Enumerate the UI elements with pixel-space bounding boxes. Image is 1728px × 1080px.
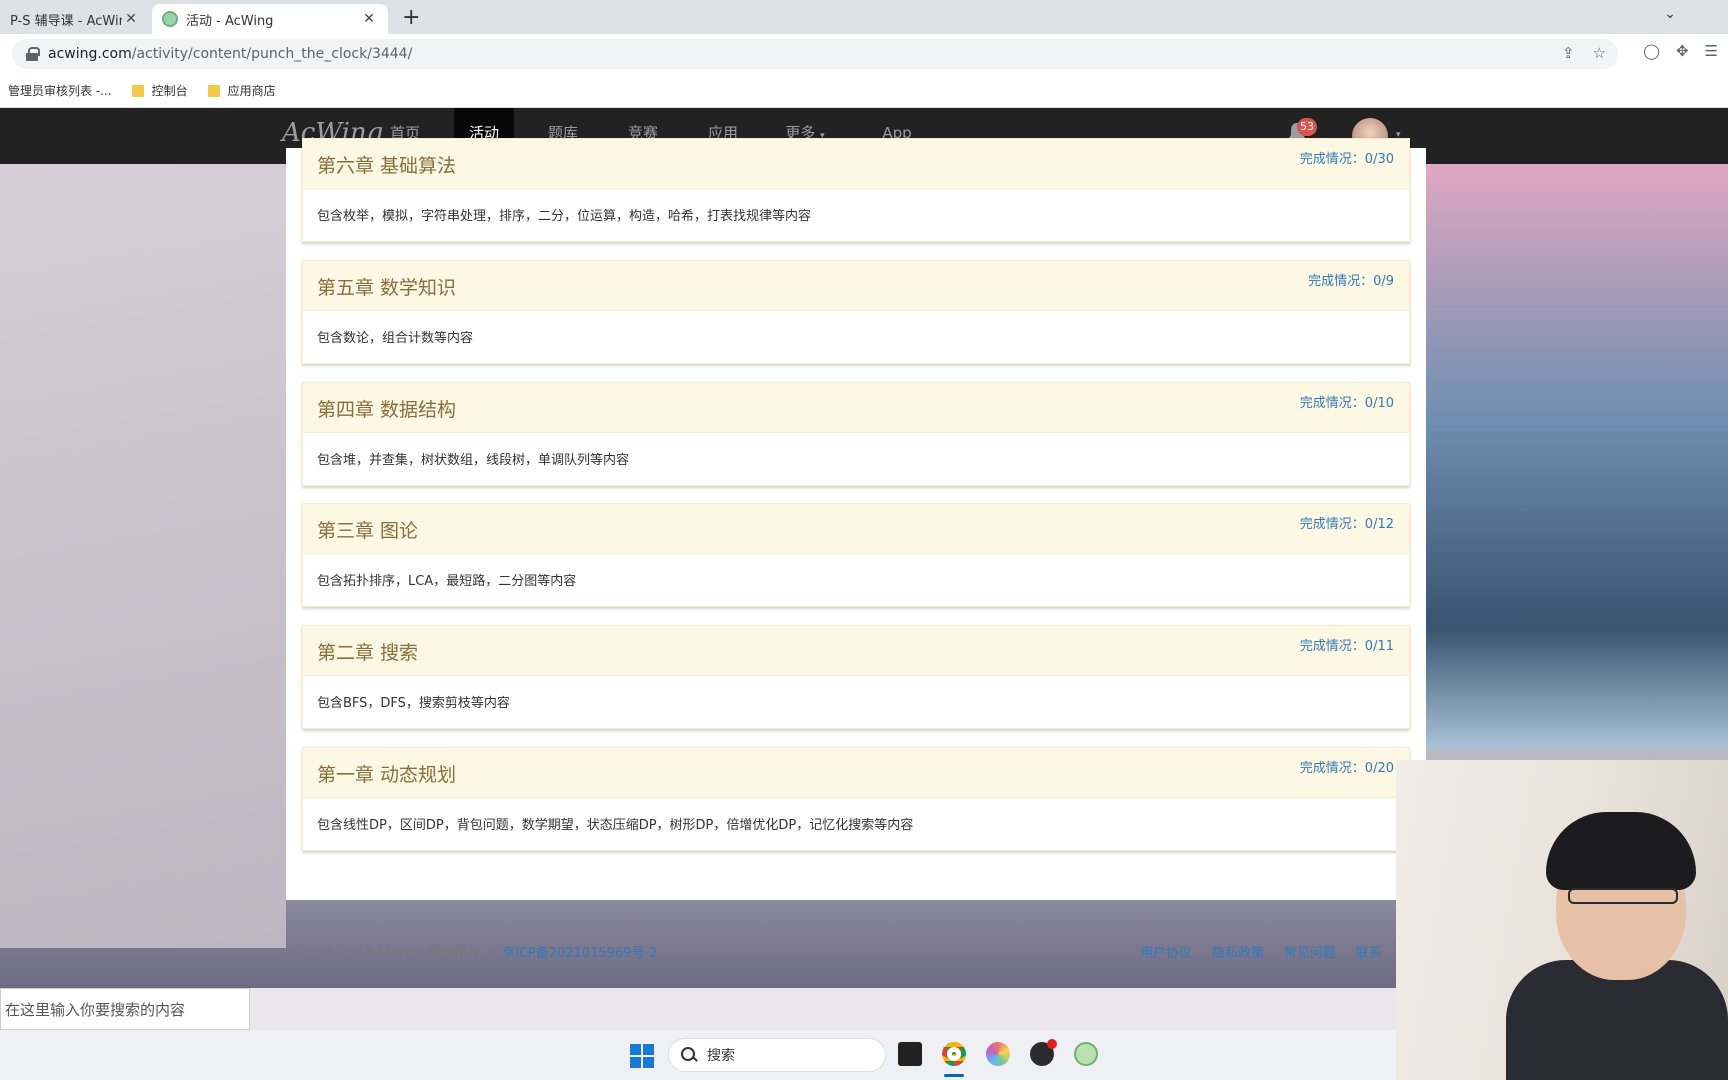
chapter-header: 第五章 数学知识 完成情况：0/9 <box>303 261 1409 311</box>
tab-title: 活动 - AcWing <box>186 13 274 29</box>
chapter-title[interactable]: 第三章 图论 <box>317 516 418 543</box>
background-illustration-right <box>1426 148 1728 748</box>
search-icon <box>681 1047 697 1063</box>
app-icon[interactable] <box>1074 1042 1098 1066</box>
chapter-card[interactable]: 第一章 动态规划 完成情况：0/20 包含线性DP，区间DP，背包问题，数学期望… <box>302 747 1410 851</box>
chapter-progress: 完成情况：0/30 <box>1299 152 1394 167</box>
icp-link[interactable]: 京ICP备2021015969号-2 <box>502 946 657 961</box>
chapter-description: 包含数论，组合计数等内容 <box>317 331 474 346</box>
close-icon[interactable]: ✕ <box>122 11 140 27</box>
footer-copyright: © 2018-2023 AcWing 版权所有 ｜ 京ICP备202101596… <box>284 942 657 961</box>
chapter-progress: 完成情况：0/9 <box>1308 274 1394 289</box>
chapter-card[interactable]: 第五章 数学知识 完成情况：0/9 包含数论，组合计数等内容 <box>302 260 1410 364</box>
obs-icon[interactable] <box>1030 1039 1057 1066</box>
active-app-indicator <box>944 1074 964 1077</box>
chapter-progress: 完成情况：0/11 <box>1299 639 1394 654</box>
background-illustration-left <box>0 148 286 948</box>
chapter-title[interactable]: 第四章 数据结构 <box>317 395 456 422</box>
url-host: acwing.com <box>48 46 132 62</box>
windows-start-icon[interactable] <box>630 1044 654 1068</box>
color-picker-icon[interactable] <box>986 1042 1010 1066</box>
webcam-person-hair <box>1546 812 1696 890</box>
tab-activity[interactable]: 活动 - AcWing ✕ <box>152 4 388 34</box>
chapter-description: 包含BFS，DFS，搜索剪枝等内容 <box>317 696 510 711</box>
share-icon[interactable]: ⇪ <box>1562 44 1575 62</box>
search-strip: 在这里输入你要搜索的内容 <box>0 988 1396 1030</box>
chapter-description: 包含堆，并查集，树状数组，线段树，单调队列等内容 <box>317 453 630 468</box>
chevron-down-icon[interactable]: ⌄ <box>1664 6 1676 22</box>
folder-icon <box>131 84 144 97</box>
footer-link-faq[interactable]: 常见问题 <box>1284 942 1336 961</box>
bookmark-app-store[interactable]: 应用商店 <box>207 82 276 99</box>
taskbar-search-label: 搜索 <box>707 1048 735 1064</box>
new-tab-icon[interactable]: + <box>402 5 420 30</box>
url-path: /activity/content/punch_the_clock/3444/ <box>131 46 413 62</box>
bookmark-console[interactable]: 控制台 <box>131 82 188 99</box>
footer-link-privacy[interactable]: 隐私政策 <box>1212 942 1264 961</box>
chapter-header: 第二章 搜索 完成情况：0/11 <box>303 626 1409 676</box>
chapter-progress: 完成情况：0/12 <box>1299 517 1394 532</box>
chapter-card[interactable]: 第六章 基础算法 完成情况：0/30 包含枚举，模拟，字符串处理，排序，二分，位… <box>302 138 1410 242</box>
extension-circle-icon[interactable]: ◯ <box>1643 42 1660 60</box>
bookmark-label: 控制台 <box>151 84 188 98</box>
copyright-text: © 2018-2023 AcWing 版权所有 ｜ <box>284 946 498 961</box>
bookmarks-bar: 管理员审核列表 -... 控制台 应用商店 <box>0 74 1728 108</box>
chapter-card[interactable]: 第二章 搜索 完成情况：0/11 包含BFS，DFS，搜索剪枝等内容 <box>302 625 1410 729</box>
chapter-title[interactable]: 第二章 搜索 <box>317 638 418 665</box>
chapter-title[interactable]: 第五章 数学知识 <box>317 273 456 300</box>
folder-icon <box>207 84 220 97</box>
tab-psfudao[interactable]: P-S 辅导课 - AcWing ✕ <box>0 4 150 34</box>
url-text[interactable]: acwing.com/activity/content/punch_the_cl… <box>48 46 412 62</box>
tab-title: P-S 辅导课 - AcWing <box>10 13 122 29</box>
notification-badge[interactable]: 53 <box>1297 118 1317 136</box>
chapter-description: 包含拓扑排序，LCA，最短路，二分图等内容 <box>317 574 577 589</box>
footer-link-contact[interactable]: 联系 <box>1356 942 1382 961</box>
browser-tab-strip: P-S 辅导课 - AcWing ✕ 活动 - AcWing ✕ + ⌄ <box>0 0 1728 34</box>
chapter-progress: 完成情况：0/20 <box>1299 761 1394 776</box>
close-icon[interactable]: ✕ <box>360 11 378 27</box>
chapter-title[interactable]: 第一章 动态规划 <box>317 760 456 787</box>
chapter-card[interactable]: 第四章 数据结构 完成情况：0/10 包含堆，并查集，树状数组，线段树，单调队列… <box>302 382 1410 486</box>
address-bar[interactable]: acwing.com/activity/content/punch_the_cl… <box>12 39 1618 69</box>
chapter-progress: 完成情况：0/10 <box>1299 396 1394 411</box>
webcam-overlay <box>1396 760 1728 1080</box>
chapter-title[interactable]: 第六章 基础算法 <box>317 151 456 178</box>
chapter-header: 第一章 动态规划 完成情况：0/20 <box>303 748 1409 798</box>
browser-toolbar: acwing.com/activity/content/punch_the_cl… <box>0 34 1728 74</box>
webcam-person-glasses <box>1568 888 1678 904</box>
windows-taskbar: 搜索 <box>0 1030 1396 1080</box>
bookmark-admin-review[interactable]: 管理员审核列表 -... <box>8 82 112 99</box>
chapter-header: 第三章 图论 完成情况：0/12 <box>303 504 1409 554</box>
chapter-description: 包含枚举，模拟，字符串处理，排序，二分，位运算，构造，哈希，打表找规律等内容 <box>317 209 812 224</box>
search-input[interactable]: 在这里输入你要搜索的内容 <box>0 988 250 1030</box>
bookmark-label: 管理员审核列表 -... <box>8 84 112 98</box>
footer-links: 用户协议 隐私政策 常见问题 联系 <box>1140 942 1382 961</box>
file-explorer-icon[interactable] <box>898 1042 922 1066</box>
footer-link-terms[interactable]: 用户协议 <box>1140 942 1192 961</box>
reading-list-icon[interactable]: ☰ <box>1705 42 1718 60</box>
chapter-description: 包含线性DP，区间DP，背包问题，数学期望，状态压缩DP，树形DP，倍增优化DP… <box>317 818 914 833</box>
lock-icon <box>26 47 40 61</box>
chapter-header: 第六章 基础算法 完成情况：0/30 <box>303 139 1409 189</box>
star-icon[interactable]: ☆ <box>1593 44 1606 62</box>
taskbar-search[interactable]: 搜索 <box>668 1038 886 1072</box>
acwing-favicon-icon <box>162 11 178 27</box>
chapter-card[interactable]: 第三章 图论 完成情况：0/12 包含拓扑排序，LCA，最短路，二分图等内容 <box>302 503 1410 607</box>
puzzle-icon[interactable]: ✥ <box>1676 42 1689 60</box>
chapter-header: 第四章 数据结构 完成情况：0/10 <box>303 383 1409 433</box>
chrome-icon[interactable] <box>942 1042 966 1066</box>
chapter-list-panel: 第六章 基础算法 完成情况：0/30 包含枚举，模拟，字符串处理，排序，二分，位… <box>286 138 1426 900</box>
bookmark-label: 应用商店 <box>227 84 276 98</box>
